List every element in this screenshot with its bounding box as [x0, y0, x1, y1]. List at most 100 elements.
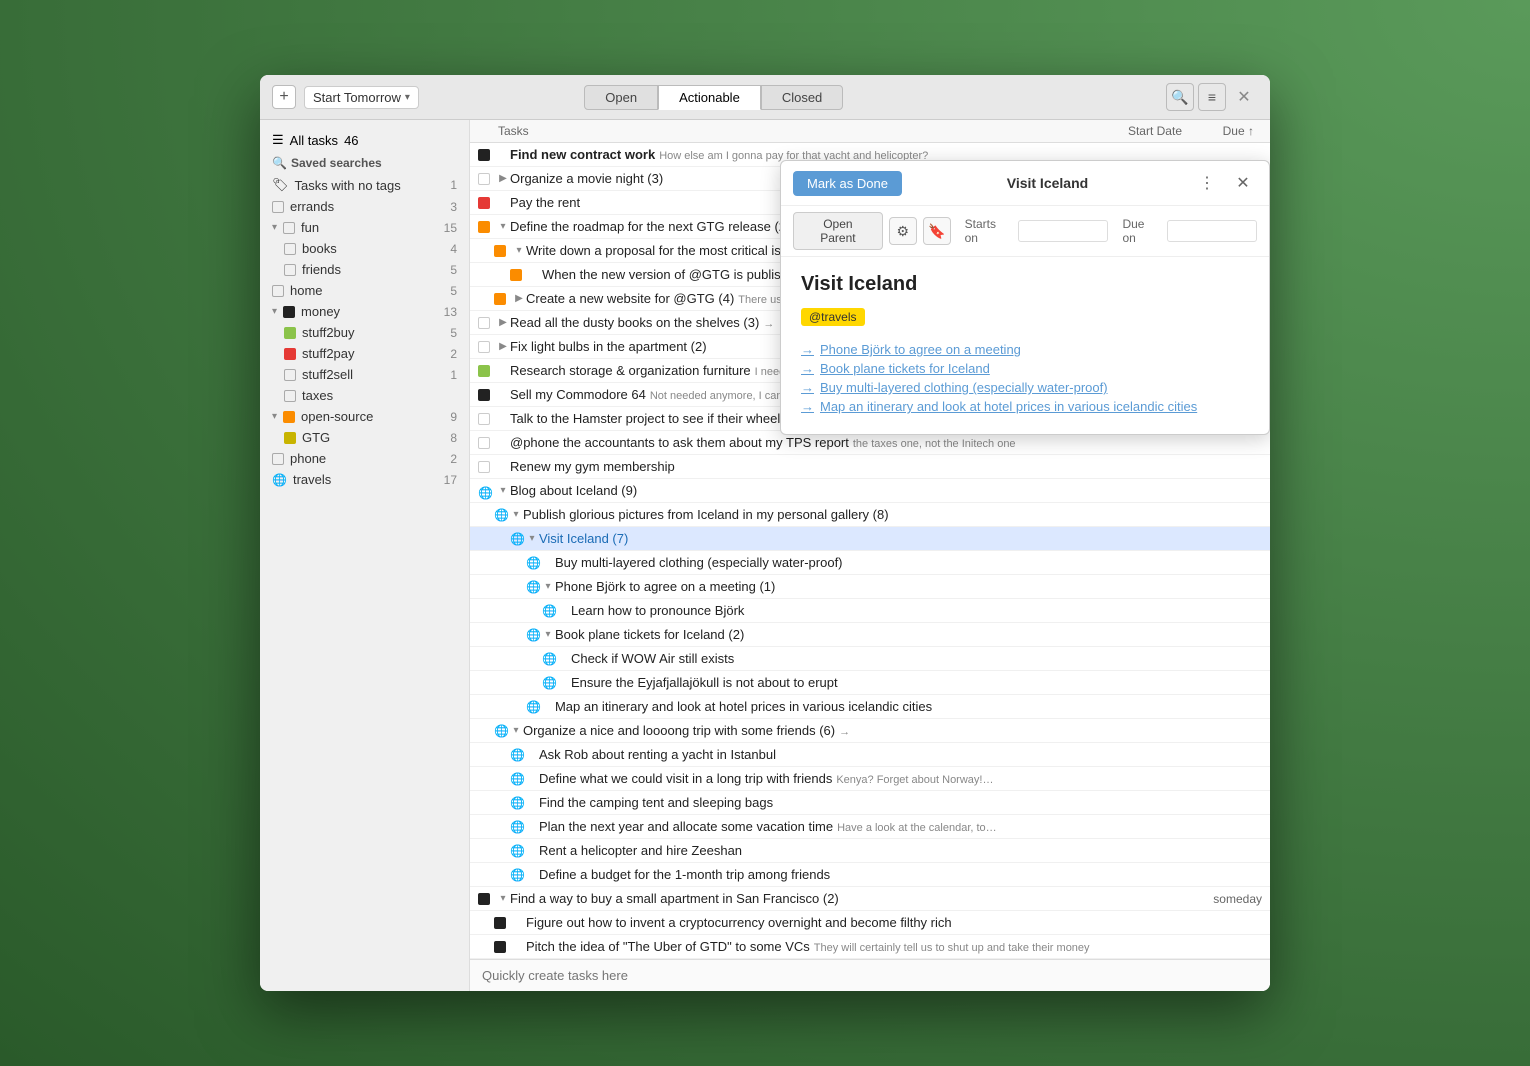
tab-closed[interactable]: Closed	[761, 85, 843, 110]
sidebar-item-phone[interactable]: phone 2	[260, 448, 469, 469]
search-button[interactable]: 🔍	[1166, 83, 1194, 111]
task-expand-btn[interactable]: ▾	[509, 724, 523, 738]
task-expand-btn[interactable]	[512, 916, 526, 930]
task-content: Find a way to buy a small apartment in S…	[510, 891, 1082, 906]
table-row[interactable]: Figure out how to invent a cryptocurrenc…	[470, 911, 1270, 935]
sidebar-item-open-source[interactable]: ▾ open-source 9	[260, 406, 469, 427]
sidebar-item-no-tags[interactable]: 🏷 Tasks with no tags 1	[260, 174, 469, 196]
table-row[interactable]: 🌐 ▾ Organize a nice and loooong trip wit…	[470, 719, 1270, 743]
detail-close-button[interactable]: ✕	[1229, 169, 1257, 197]
sidebar-item-stuff2sell[interactable]: stuff2sell 1	[260, 364, 469, 385]
tag-selector[interactable]: Start Tomorrow ▾	[304, 86, 419, 109]
table-row[interactable]: 🌐 Buy multi-layered clothing (especially…	[470, 551, 1270, 575]
sidebar-item-friends[interactable]: friends 5	[260, 259, 469, 280]
sidebar-item-money[interactable]: ▾ money 13	[260, 301, 469, 322]
task-expand-btn[interactable]: ▾	[496, 484, 510, 498]
menu-button[interactable]: ≡	[1198, 83, 1226, 111]
task-expand-btn[interactable]	[496, 412, 510, 426]
sidebar-item-travels[interactable]: 🌐 travels 17	[260, 469, 469, 490]
table-row[interactable]: 🌐 Define what we could visit in a long t…	[470, 767, 1270, 791]
table-row[interactable]: 🌐 Learn how to pronounce Björk	[470, 599, 1270, 623]
sidebar-item-errands[interactable]: errands 3	[260, 196, 469, 217]
sidebar-item-stuff2buy[interactable]: stuff2buy 5	[260, 322, 469, 343]
bookmark-icon[interactable]: 🔖	[923, 217, 951, 245]
table-row[interactable]: 🌐 Check if WOW Air still exists	[470, 647, 1270, 671]
task-expand-btn[interactable]	[512, 940, 526, 954]
settings-icon[interactable]: ⚙	[889, 217, 917, 245]
task-expand-btn[interactable]: ▾	[496, 220, 510, 234]
task-name: Organize a movie night (3)	[510, 171, 663, 186]
due-on-input[interactable]	[1167, 220, 1257, 242]
task-expand-btn[interactable]	[525, 820, 539, 834]
subtask-item[interactable]: → Phone Björk to agree on a meeting	[801, 342, 1249, 357]
open-parent-button[interactable]: Open Parent	[793, 212, 883, 250]
table-row[interactable]: 🌐 Map an itinerary and look at hotel pri…	[470, 695, 1270, 719]
task-expand-btn[interactable]: ▾	[509, 508, 523, 522]
task-expand-btn[interactable]	[525, 844, 539, 858]
task-expand-btn[interactable]	[525, 868, 539, 882]
table-row[interactable]: 🌐 Ask Rob about renting a yacht in Istan…	[470, 743, 1270, 767]
task-expand-btn[interactable]	[557, 604, 571, 618]
task-name: Check if WOW Air still exists	[571, 651, 734, 666]
task-expand-btn[interactable]: ▶	[496, 172, 510, 186]
table-row[interactable]: 🌐 Plan the next year and allocate some v…	[470, 815, 1270, 839]
close-button[interactable]: ✕	[1230, 83, 1258, 111]
task-expand-btn[interactable]	[541, 700, 555, 714]
task-expand-btn[interactable]: ▾	[541, 628, 555, 642]
add-button[interactable]: +	[272, 85, 296, 109]
table-row[interactable]: 🌐 ▾ Publish glorious pictures from Icela…	[470, 503, 1270, 527]
sidebar-item-home[interactable]: home 5	[260, 280, 469, 301]
task-expand-btn[interactable]: ▾	[525, 532, 539, 546]
sidebar-item-all-tasks[interactable]: ☰ All tasks 46	[260, 128, 469, 152]
task-expand-btn[interactable]	[496, 148, 510, 162]
mark-done-button[interactable]: Mark as Done	[793, 171, 902, 196]
task-expand-btn[interactable]	[496, 364, 510, 378]
tab-bar: Open Actionable Closed	[584, 85, 843, 110]
subtask-item[interactable]: → Buy multi-layered clothing (especially…	[801, 380, 1249, 395]
task-expand-btn[interactable]	[496, 196, 510, 210]
task-expand-btn[interactable]: ▾	[512, 244, 526, 258]
table-row[interactable]: 🌐 ▾ Phone Björk to agree on a meeting (1…	[470, 575, 1270, 599]
table-row[interactable]: Pitch the idea of "The Uber of GTD" to s…	[470, 935, 1270, 959]
quick-create-input[interactable]	[482, 968, 1258, 983]
task-expand-btn[interactable]	[496, 388, 510, 402]
sidebar-item-gtg[interactable]: GTG 8	[260, 427, 469, 448]
subtask-item[interactable]: → Book plane tickets for Iceland	[801, 361, 1249, 376]
table-row[interactable]: 🌐 ▾ Blog about Iceland (9)	[470, 479, 1270, 503]
task-expand-btn[interactable]	[525, 748, 539, 762]
task-expand-btn[interactable]: ▾	[496, 892, 510, 906]
task-expand-btn[interactable]: ▶	[512, 292, 526, 306]
task-name: Visit Iceland (7)	[539, 531, 628, 546]
stuff2pay-label: stuff2pay	[302, 346, 355, 361]
tag-badge[interactable]: @travels	[801, 308, 865, 326]
table-row-visit-iceland[interactable]: 🌐 ▾ Visit Iceland (7)	[470, 527, 1270, 551]
sidebar-item-stuff2pay[interactable]: stuff2pay 2	[260, 343, 469, 364]
task-expand-btn[interactable]	[525, 796, 539, 810]
table-row[interactable]: 🌐 Rent a helicopter and hire Zeeshan	[470, 839, 1270, 863]
table-row[interactable]: 🌐 Ensure the Eyjafjallajökull is not abo…	[470, 671, 1270, 695]
sidebar-item-taxes[interactable]: taxes	[260, 385, 469, 406]
task-expand-btn[interactable]	[557, 652, 571, 666]
tab-actionable[interactable]: Actionable	[658, 85, 761, 110]
table-row[interactable]: 🌐 Define a budget for the 1-month trip a…	[470, 863, 1270, 887]
task-expand-btn[interactable]	[541, 556, 555, 570]
starts-on-input[interactable]	[1018, 220, 1108, 242]
globe-icon: 🌐	[526, 700, 541, 714]
task-expand-btn[interactable]	[528, 268, 542, 282]
table-row[interactable]: ▾ Find a way to buy a small apartment in…	[470, 887, 1270, 911]
task-expand-btn[interactable]	[525, 772, 539, 786]
task-expand-btn[interactable]	[557, 676, 571, 690]
tab-open[interactable]: Open	[584, 85, 658, 110]
task-expand-btn[interactable]	[496, 436, 510, 450]
sidebar-item-books[interactable]: books 4	[260, 238, 469, 259]
task-expand-btn[interactable]: ▶	[496, 340, 510, 354]
task-expand-btn[interactable]	[496, 460, 510, 474]
table-row[interactable]: Renew my gym membership	[470, 455, 1270, 479]
sidebar-item-fun[interactable]: ▾ fun 15	[260, 217, 469, 238]
task-expand-btn[interactable]: ▾	[541, 580, 555, 594]
table-row[interactable]: 🌐 ▾ Book plane tickets for Iceland (2)	[470, 623, 1270, 647]
table-row[interactable]: 🌐 Find the camping tent and sleeping bag…	[470, 791, 1270, 815]
subtask-item[interactable]: → Map an itinerary and look at hotel pri…	[801, 399, 1249, 414]
task-expand-btn[interactable]: ▶	[496, 316, 510, 330]
detail-menu-button[interactable]: ⋮	[1193, 169, 1221, 197]
